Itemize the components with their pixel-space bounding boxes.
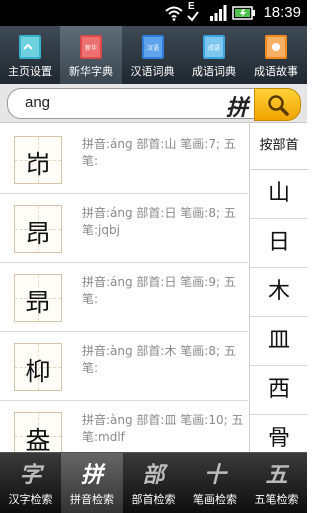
character-info: 拼音:àng 部首:木 笔画:8; 五笔: — [82, 344, 236, 375]
character: 岇 — [25, 150, 51, 179]
results-list: 岇 拼音:áng 部首:山 笔画:7; 五笔: 昂 拼音:áng 部首:日 笔画… — [0, 123, 248, 452]
home-settings-book-icon — [19, 35, 41, 59]
idiom-book-badge: 成语 — [208, 44, 220, 52]
tab-xinhua-dictionary-label: 新华字典 — [69, 65, 113, 78]
character-box: 枊 — [14, 343, 62, 391]
search-bar: ang 拼 — [0, 84, 307, 123]
character-info: 拼音:áng 部首:山 笔画:7; 五笔: — [82, 137, 236, 168]
tab-wubi-search[interactable]: 五 五笔检索 — [246, 453, 307, 513]
character: 昂 — [25, 219, 51, 248]
idiom-story-book-icon — [265, 35, 287, 59]
radical-panel-header: 按部首 — [250, 123, 308, 170]
list-item[interactable]: 昂 拼音:áng 部首:日 笔画:8; 五笔:jqbj — [0, 194, 248, 263]
tab-home-settings-label: 主页设置 — [8, 65, 52, 78]
character-info: 拼音:áng 部首:日 笔画:8; 五笔:jqbj — [82, 206, 236, 237]
radical-item[interactable]: 西 — [250, 366, 308, 415]
tab-idiom-stories[interactable]: 成语故事 — [245, 26, 307, 84]
character: 昻 — [25, 288, 51, 317]
tab-chinese-dictionary-label: 汉语词典 — [130, 65, 175, 78]
radical-item[interactable]: 日 — [250, 219, 308, 268]
radical-item[interactable]: 骨 — [250, 415, 308, 452]
stroke-search-glyph-icon: 十 — [203, 462, 226, 488]
list-item[interactable]: 枊 拼音:àng 部首:木 笔画:8; 五笔: — [0, 332, 248, 401]
tab-character-search[interactable]: 字 汉字检索 — [0, 453, 61, 513]
tab-radical-search[interactable]: 部 部首检索 — [123, 453, 184, 513]
search-button[interactable] — [254, 88, 301, 121]
tab-idiom-dictionary-label: 成语词典 — [192, 65, 236, 78]
radical-item[interactable]: 山 — [250, 170, 308, 219]
tab-xinhua-dictionary[interactable]: 新华 新华字典 — [60, 26, 122, 84]
search-icon — [268, 95, 289, 116]
battery-charging-icon — [232, 6, 255, 20]
character-box: 昂 — [14, 205, 62, 253]
character-box: 昻 — [14, 274, 62, 322]
tab-wubi-search-label: 五笔检索 — [254, 493, 299, 506]
tab-radical-search-label: 部首检索 — [131, 493, 176, 506]
chinese-dictionary-book-icon: 汉语 — [141, 35, 164, 59]
radical-search-glyph-icon: 部 — [142, 462, 165, 488]
pinyin-mode-indicator[interactable]: 拼 — [226, 90, 248, 122]
clock: 18:39 — [263, 4, 301, 21]
wifi-icon — [165, 6, 183, 21]
tab-chinese-dictionary[interactable]: 汉语 汉语词典 — [122, 26, 183, 84]
character: 枊 — [25, 357, 51, 386]
idiom-dictionary-book-icon: 成语 — [203, 35, 225, 59]
status-bar: E 18:39 — [0, 0, 307, 26]
search-input-value: ang — [25, 94, 51, 111]
list-item[interactable]: 盎 拼音:àng 部首:皿 笔画:10; 五笔:mdlf — [0, 401, 248, 452]
radical-item[interactable]: 木 — [250, 268, 308, 317]
top-navigation: 主页设置 新华 新华字典 汉语 汉语词典 成语 成语词典 成语故事 — [0, 26, 307, 85]
tab-pinyin-search-label: 拼音检索 — [70, 493, 114, 506]
tab-pinyin-search[interactable]: 拼 拼音检索 — [61, 453, 123, 513]
sync-check-icon — [187, 11, 199, 22]
character-info: 拼音:àng 部首:皿 笔画:10; 五笔:mdlf — [82, 413, 244, 444]
signal-icon — [210, 5, 227, 21]
bottom-navigation: 字 汉字检索 拼 拼音检索 部 部首检索 十 笔画检索 五 五笔检索 — [0, 452, 307, 513]
character-box: 盎 — [14, 412, 62, 452]
character-info: 拼音:áng 部首:日 笔画:9; 五笔: — [82, 275, 236, 306]
tab-home-settings[interactable]: 主页设置 — [0, 26, 60, 84]
chinese-book-badge: 汉语 — [146, 44, 158, 52]
character: 盎 — [25, 426, 51, 452]
tab-idiom-dictionary[interactable]: 成语 成语词典 — [183, 26, 245, 84]
radical-item[interactable]: 皿 — [250, 317, 308, 366]
wubi-search-glyph-icon: 五 — [265, 462, 288, 488]
radical-index-panel: 按部首 山 日 木 皿 西 骨 — [249, 123, 308, 452]
tab-idiom-stories-label: 成语故事 — [254, 65, 298, 78]
list-item[interactable]: 昻 拼音:áng 部首:日 笔画:9; 五笔: — [0, 263, 248, 332]
list-item[interactable]: 岇 拼音:áng 部首:山 笔画:7; 五笔: — [0, 125, 248, 194]
character-search-glyph-icon: 字 — [19, 462, 42, 488]
pinyin-search-glyph-icon: 拼 — [80, 462, 103, 488]
xinhua-book-badge: 新华 — [85, 44, 97, 52]
tab-stroke-search-label: 笔画检索 — [193, 493, 237, 506]
search-input[interactable]: ang 拼 — [7, 88, 255, 122]
tab-character-search-label: 汉字检索 — [8, 493, 53, 506]
character-box: 岇 — [14, 136, 62, 184]
xinhua-dictionary-book-icon: 新华 — [80, 35, 102, 59]
tab-stroke-search[interactable]: 十 笔画检索 — [184, 453, 246, 513]
